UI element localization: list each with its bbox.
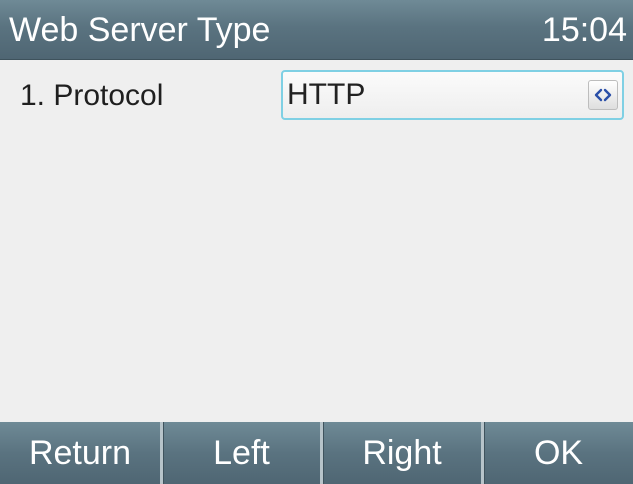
ok-softkey[interactable]: OK — [481, 422, 633, 484]
clock: 15:04 — [541, 11, 627, 49]
title-bar: Web Server Type 15:04 — [0, 0, 633, 60]
right-softkey[interactable]: Right — [320, 422, 481, 484]
softkey-bar: Return Left Right OK — [0, 422, 633, 484]
protocol-value: HTTP — [287, 78, 366, 111]
settings-list: 1. Protocol HTTP — [0, 60, 633, 422]
return-softkey[interactable]: Return — [0, 422, 160, 484]
setting-label: 1. Protocol — [20, 79, 164, 112]
left-right-arrows-icon[interactable] — [588, 80, 618, 110]
left-softkey[interactable]: Left — [160, 422, 320, 484]
protocol-select[interactable]: HTTP — [281, 70, 624, 120]
phone-screen: Web Server Type 15:04 1. Protocol HTTP R… — [0, 0, 633, 484]
setting-row-protocol[interactable]: 1. Protocol HTTP — [0, 70, 633, 122]
left-right-arrows-glyph — [594, 88, 612, 102]
page-title: Web Server Type — [9, 11, 271, 49]
